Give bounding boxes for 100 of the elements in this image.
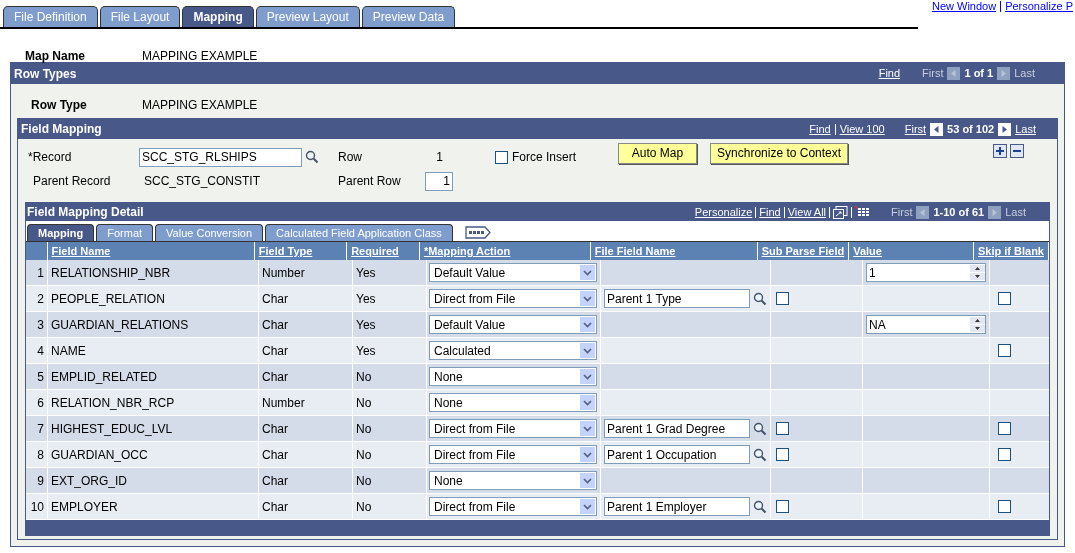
search-icon[interactable] — [753, 291, 767, 306]
table-cell-text: RELATION_NBR_RCP — [51, 394, 175, 412]
tab[interactable]: Mapping — [27, 224, 95, 241]
file-field-name-field[interactable]: Parent 1 Occupation — [604, 445, 750, 464]
column-header[interactable]: Field Type — [258, 242, 313, 260]
view-all-link[interactable]: View All — [787, 203, 827, 221]
spinner-arrows-icon[interactable] — [970, 265, 985, 280]
dropdown-caret-icon — [580, 317, 595, 332]
mapping-action-dropdown[interactable]: Direct from File — [429, 289, 597, 308]
column-header[interactable]: Skip if Blank — [977, 242, 1044, 260]
next-icon[interactable] — [997, 67, 1011, 80]
find-link[interactable]: Find — [809, 120, 831, 138]
previous-icon[interactable] — [916, 205, 930, 219]
row-number: 10 — [30, 498, 44, 516]
checkbox[interactable] — [776, 422, 789, 435]
synchronize-button[interactable]: Synchronize to Context — [710, 142, 849, 164]
table-cell-text: EMPLOYER — [51, 498, 118, 516]
row-number: 8 — [37, 446, 44, 464]
add-row-icon[interactable] — [993, 144, 1007, 158]
checkbox[interactable] — [998, 500, 1011, 513]
table-cell-text: Yes — [356, 316, 376, 334]
table-cell-text: Yes — [356, 342, 376, 360]
new-window-icon[interactable] — [833, 205, 849, 219]
column-header[interactable]: Value — [853, 242, 882, 260]
field-value: 1 — [435, 149, 443, 166]
mapping-action-dropdown[interactable]: Default Value — [429, 315, 597, 334]
column-header[interactable]: Sub Parse Field — [761, 242, 845, 260]
table-cell-text: Yes — [356, 290, 376, 308]
table-cell-text: EMPLID_RELATED — [51, 368, 157, 386]
column-header[interactable]: File Field Name — [594, 242, 676, 260]
table-cell-text: Char — [262, 342, 288, 360]
file-field-name-field[interactable]: Parent 1 Grad Degree — [604, 419, 750, 438]
page-count: 1 of 1 — [964, 66, 994, 82]
find-link[interactable]: Find — [878, 65, 901, 82]
table-cell-text: No — [356, 472, 372, 490]
mapping-action-dropdown[interactable]: None — [429, 471, 597, 490]
table-cell-text: GUARDIAN_OCC — [51, 446, 148, 464]
checkbox[interactable] — [998, 344, 1011, 357]
previous-icon[interactable] — [947, 67, 961, 80]
checkbox[interactable] — [495, 150, 508, 164]
new-window-link[interactable]: New Window — [931, 0, 997, 13]
delete-row-icon[interactable] — [1010, 144, 1024, 158]
search-icon[interactable] — [753, 447, 767, 462]
file-field-name-field[interactable]: Parent 1 Employer — [604, 497, 750, 516]
page-count: 1-10 of 61 — [933, 204, 985, 220]
row-number: 9 — [37, 472, 44, 490]
spinner-arrows-icon[interactable] — [970, 317, 985, 332]
panel-title: Field Mapping — [21, 121, 102, 138]
field-label: Row Type — [31, 96, 88, 114]
checkbox[interactable] — [998, 422, 1011, 435]
checkbox[interactable] — [776, 500, 789, 513]
show-all-columns-icon[interactable] — [464, 226, 491, 239]
value-spinner-field[interactable]: 1 — [866, 263, 986, 282]
last-link[interactable]: Last — [1015, 120, 1036, 138]
mapping-action-dropdown[interactable]: Direct from File — [429, 497, 597, 516]
column-header[interactable]: Required — [351, 242, 399, 260]
personalize-link[interactable]: Personalize — [694, 203, 753, 221]
row-number: 2 — [37, 290, 44, 308]
table-cell-text: PEOPLE_RELATION — [51, 290, 165, 308]
auto-map-button[interactable]: Auto Map — [618, 142, 698, 164]
previous-icon[interactable] — [930, 122, 944, 136]
search-icon[interactable] — [305, 150, 319, 164]
view-100-link[interactable]: View 100 — [839, 120, 885, 138]
next-icon[interactable] — [988, 205, 1002, 219]
dropdown-caret-icon — [580, 447, 595, 462]
table-cell-text: Number — [262, 264, 305, 282]
parent-row-field[interactable]: 1 — [425, 171, 453, 191]
record-field[interactable]: SCC_STG_RLSHIPS — [139, 147, 302, 167]
table-cell-text: NAME — [51, 342, 86, 360]
tab[interactable]: Mapping — [182, 6, 254, 27]
mapping-action-dropdown[interactable]: Direct from File — [429, 445, 597, 464]
field-value: MAPPING EXAMPLE — [142, 48, 258, 65]
column-header[interactable]: *Mapping Action — [423, 242, 511, 260]
column-header[interactable]: Field Name — [51, 242, 111, 260]
mapping-action-dropdown[interactable]: Default Value — [429, 263, 597, 282]
mapping-action-dropdown[interactable]: None — [429, 393, 597, 412]
table-cell-text: Number — [262, 394, 305, 412]
file-field-name-field[interactable]: Parent 1 Type — [604, 289, 750, 308]
table-cell-text: HIGHEST_EDUC_LVL — [51, 420, 173, 438]
next-icon[interactable] — [998, 122, 1012, 136]
table-cell-text: Char — [262, 420, 288, 438]
mapping-action-dropdown[interactable]: None — [429, 367, 597, 386]
find-link[interactable]: Find — [759, 203, 781, 221]
first-link[interactable]: First — [904, 120, 927, 138]
spreadsheet-icon[interactable] — [855, 205, 870, 219]
checkbox[interactable] — [776, 448, 789, 461]
personalize-page-link[interactable]: Personalize P — [1005, 0, 1073, 13]
checkbox[interactable] — [998, 448, 1011, 461]
checkbox[interactable] — [998, 292, 1011, 305]
field-label: Parent Record — [33, 173, 112, 190]
field-value: MAPPING EXAMPLE — [142, 96, 258, 114]
mapping-action-dropdown[interactable]: Direct from File — [429, 419, 597, 438]
value-spinner-field[interactable]: NA — [866, 315, 986, 334]
row-number: 5 — [37, 368, 44, 386]
table-cell-text: Char — [262, 472, 288, 490]
search-icon[interactable] — [753, 499, 767, 514]
checkbox[interactable] — [776, 292, 789, 305]
search-icon[interactable] — [753, 421, 767, 436]
table-cell-text: Char — [262, 290, 288, 308]
mapping-action-dropdown[interactable]: Calculated — [429, 341, 597, 360]
